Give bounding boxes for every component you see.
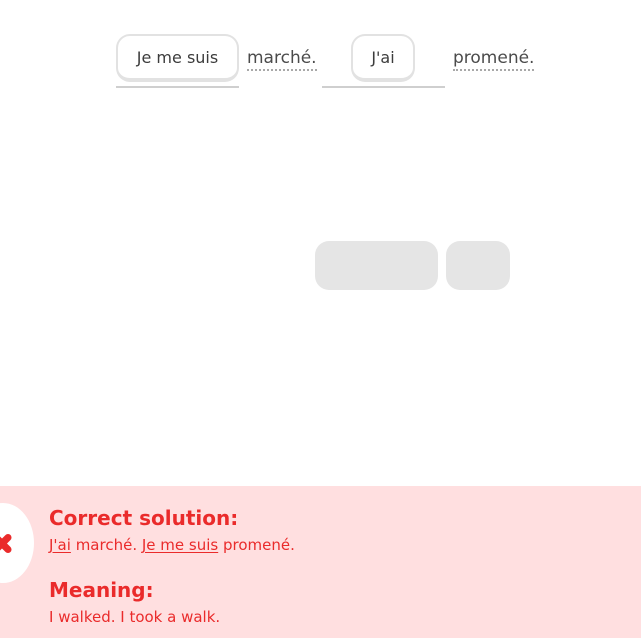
answer-slot-2[interactable]: J'ai — [322, 34, 445, 88]
sentence-word-promene[interactable]: promené. — [453, 47, 535, 71]
correct-solution-heading: Correct solution: — [49, 506, 239, 530]
solution-word-je-me-suis[interactable]: Je me suis — [142, 536, 218, 554]
correct-solution-text: J'ai marché. Je me suis promené. — [49, 536, 295, 554]
word-chip-je-me-suis[interactable]: Je me suis — [116, 34, 239, 82]
solution-word-marche: marché. — [70, 536, 142, 554]
word-chip-jai[interactable]: J'ai — [351, 34, 415, 82]
solution-word-jai[interactable]: J'ai — [49, 536, 71, 554]
word-bank-placeholder-1 — [315, 241, 438, 290]
word-bank-placeholder-2 — [446, 241, 510, 290]
solution-word-promene: promené. — [218, 536, 295, 554]
exercise-page: Je me suis marché. J'ai promené. Correct… — [0, 0, 641, 638]
feedback-panel: Correct solution: J'ai marché. Je me sui… — [0, 486, 641, 638]
x-icon — [0, 528, 14, 558]
sentence-word-marche[interactable]: marché. — [247, 47, 317, 71]
answer-slot-1[interactable]: Je me suis — [116, 34, 239, 88]
meaning-heading: Meaning: — [49, 578, 154, 602]
meaning-text: I walked. I took a walk. — [49, 608, 221, 626]
